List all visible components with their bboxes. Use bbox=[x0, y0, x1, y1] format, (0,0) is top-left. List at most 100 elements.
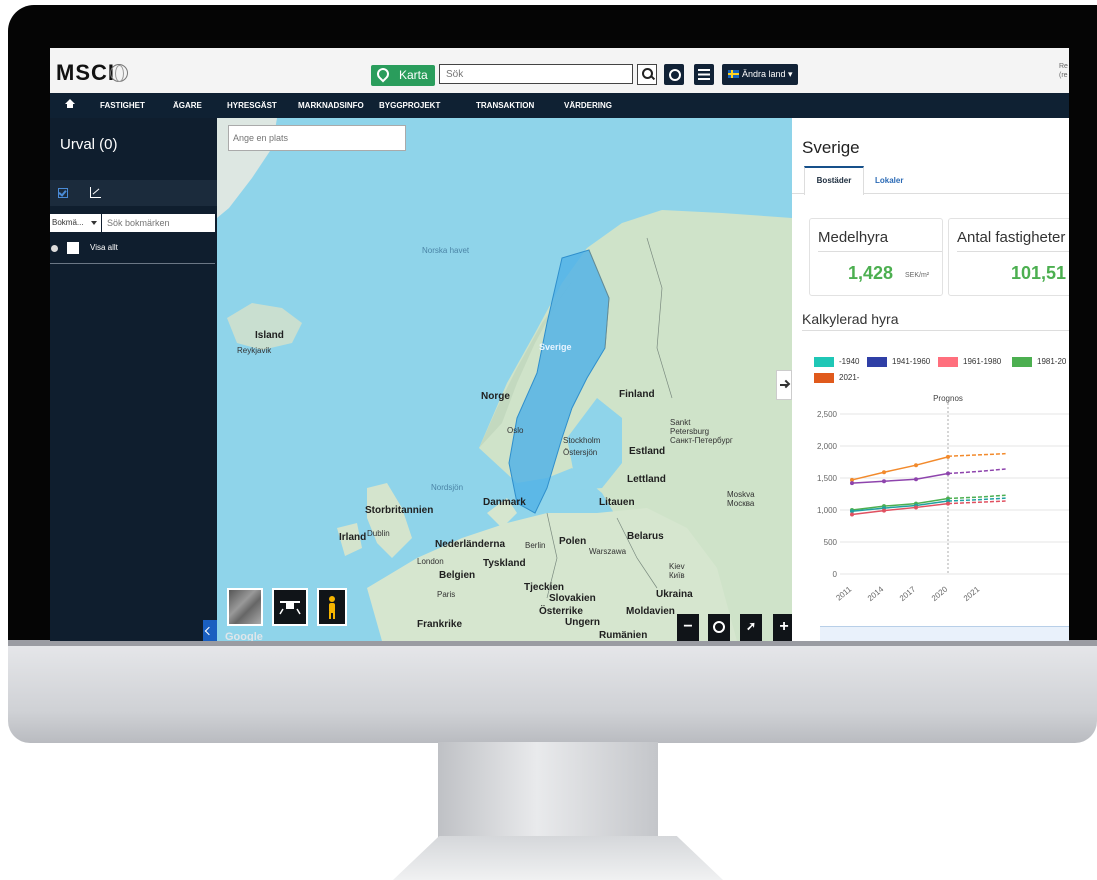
map-label-moldavien: Moldavien bbox=[626, 606, 675, 617]
x-tick-label: 2017 bbox=[898, 584, 918, 603]
map-label-slovakien: Slovakien bbox=[549, 593, 596, 604]
pin-tool-button[interactable]: ➚ bbox=[740, 614, 762, 641]
map-label-lettland: Lettland bbox=[627, 474, 666, 485]
map-view[interactable]: Norska havet Island Reykjavik Sverige No… bbox=[217, 118, 792, 641]
medelhyra-value: 1,428 bbox=[848, 263, 894, 283]
drone-icon bbox=[279, 601, 301, 615]
map-label-ostersjon: Östersjön bbox=[563, 448, 598, 457]
timeline-navigator[interactable] bbox=[820, 626, 1069, 641]
map-label-reykjavik: Reykjavik bbox=[237, 346, 272, 355]
sidebar-tab-row bbox=[50, 180, 217, 206]
y-tick-label: 2,000 bbox=[817, 442, 838, 451]
satellite-view-thumbnail[interactable] bbox=[227, 588, 263, 626]
show-all-radio[interactable] bbox=[51, 245, 58, 252]
legend-swatch bbox=[938, 357, 958, 367]
tab-lokaler[interactable]: Lokaler bbox=[875, 176, 903, 185]
nav-marknadsinfo[interactable]: MARKNADSINFO bbox=[298, 93, 364, 118]
place-search-input[interactable] bbox=[228, 125, 406, 151]
map-label-oslo: Oslo bbox=[507, 426, 524, 435]
karta-button[interactable]: Karta bbox=[371, 65, 435, 86]
search-button[interactable] bbox=[637, 64, 657, 85]
card-divider bbox=[957, 251, 1069, 252]
bookmark-search-input[interactable] bbox=[102, 214, 215, 232]
forecast-line bbox=[947, 500, 1006, 505]
panel-title: Sverige bbox=[802, 138, 860, 157]
nav-hyresgast[interactable]: HYRESGÄST bbox=[227, 93, 277, 118]
tab-bostader[interactable]: Bostäder bbox=[804, 166, 864, 195]
bookmark-select-value: Bokmä... bbox=[52, 218, 84, 227]
plus-icon: + bbox=[779, 618, 789, 635]
map-label-estland: Estland bbox=[629, 446, 666, 457]
search-icon bbox=[642, 68, 653, 79]
main-nav: FASTIGHET ÄGARE HYRESGÄST MARKNADSINFO B… bbox=[50, 93, 1069, 118]
map-label-london: London bbox=[417, 557, 444, 566]
map-label-kiev: Kiev Київ bbox=[669, 562, 685, 580]
map-label-norska-havet: Norska havet bbox=[422, 246, 470, 255]
collapse-sidebar-button[interactable] bbox=[203, 620, 217, 641]
map-label-stockholm: Stockholm bbox=[563, 436, 601, 445]
user-info[interactable]: Re (re bbox=[1059, 62, 1068, 80]
map-label-frankrike: Frankrike bbox=[417, 619, 463, 630]
data-point bbox=[882, 508, 886, 513]
map-label-belgien: Belgien bbox=[439, 570, 476, 581]
nav-vardering[interactable]: VÄRDERING bbox=[564, 93, 612, 118]
x-tick-label: 2014 bbox=[866, 584, 886, 603]
data-point bbox=[882, 470, 886, 475]
selection-sidebar: Urval (0) Bokmä... Visa allt bbox=[50, 118, 217, 641]
map-label-irland: Irland bbox=[339, 532, 367, 543]
show-all-checkbox[interactable] bbox=[67, 242, 79, 254]
legend-label: 1961-1980 bbox=[963, 357, 1002, 366]
medelhyra-card: Medelhyra 1,428 SEK/m² bbox=[809, 218, 943, 296]
home-icon[interactable] bbox=[65, 99, 75, 109]
map-label-ukraina: Ukraina bbox=[656, 589, 693, 600]
expand-panel-arrow-icon[interactable] bbox=[776, 370, 792, 400]
map-label-nordsjon: Nordsjön bbox=[431, 483, 464, 492]
legend-swatch bbox=[867, 357, 887, 367]
checkbox-icon[interactable] bbox=[58, 188, 68, 198]
legend-label: -1940 bbox=[839, 357, 860, 366]
map-label-sverige: Sverige bbox=[539, 342, 572, 352]
nav-fastighet[interactable]: FASTIGHET bbox=[100, 93, 145, 118]
forecast-label: Prognos bbox=[933, 394, 963, 403]
list-icon bbox=[698, 69, 710, 80]
locate-button[interactable] bbox=[708, 614, 730, 641]
series-line bbox=[851, 497, 949, 511]
drone-view-button[interactable] bbox=[272, 588, 308, 626]
pegman-icon bbox=[329, 596, 335, 619]
chart-icon[interactable] bbox=[90, 187, 101, 198]
map-label-ungern: Ungern bbox=[565, 617, 600, 628]
top-bar: MSCI Karta Ändra land ▾ Re (re bbox=[50, 48, 1069, 93]
map-label-sankt-petersburg: Sankt Petersburg Санкт-Петербург bbox=[670, 418, 733, 445]
screen: MSCI Karta Ändra land ▾ Re (re FASTIGHET… bbox=[50, 48, 1069, 641]
map-label-storbritannien: Storbritannien bbox=[365, 505, 434, 516]
nav-byggprojekt[interactable]: BYGGPROJEKT bbox=[379, 93, 440, 118]
globe-icon bbox=[110, 64, 128, 82]
monitor-stand-neck bbox=[438, 742, 658, 838]
change-country-label: Ändra land ▾ bbox=[742, 69, 793, 79]
sidebar-title: Urval (0) bbox=[60, 136, 118, 153]
x-tick-label: 2021 bbox=[962, 584, 982, 603]
forecast-line bbox=[947, 468, 1006, 475]
y-tick-label: 1,000 bbox=[817, 506, 838, 515]
monitor-stand-base bbox=[393, 836, 723, 880]
zoom-out-button[interactable]: − bbox=[677, 614, 699, 641]
list-button[interactable] bbox=[694, 64, 714, 85]
data-point bbox=[914, 477, 918, 482]
map-label-polen: Polen bbox=[559, 536, 587, 547]
bookmark-select[interactable]: Bokmä... bbox=[50, 214, 101, 232]
chart-heading: Kalkylerad hyra bbox=[802, 311, 899, 327]
nav-agare[interactable]: ÄGARE bbox=[173, 93, 202, 118]
caret-down-icon bbox=[91, 221, 97, 225]
zoom-in-button[interactable]: + bbox=[773, 614, 792, 641]
rent-line-chart: 2,500 2,000 1,500 1,000 500 0 Prognos 2011 2014 2… bbox=[817, 394, 1069, 603]
search-input[interactable] bbox=[439, 64, 633, 84]
map-label-finland: Finland bbox=[619, 389, 655, 400]
nav-transaktion[interactable]: TRANSAKTION bbox=[476, 93, 534, 118]
street-view-button[interactable] bbox=[317, 588, 347, 626]
data-point bbox=[882, 479, 886, 484]
history-button[interactable] bbox=[664, 64, 684, 85]
legend-label: 1981-20 bbox=[1037, 357, 1067, 366]
change-country-button[interactable]: Ändra land ▾ bbox=[722, 64, 798, 85]
show-all-label: Visa allt bbox=[90, 243, 118, 252]
google-attribution: Google bbox=[225, 631, 263, 641]
